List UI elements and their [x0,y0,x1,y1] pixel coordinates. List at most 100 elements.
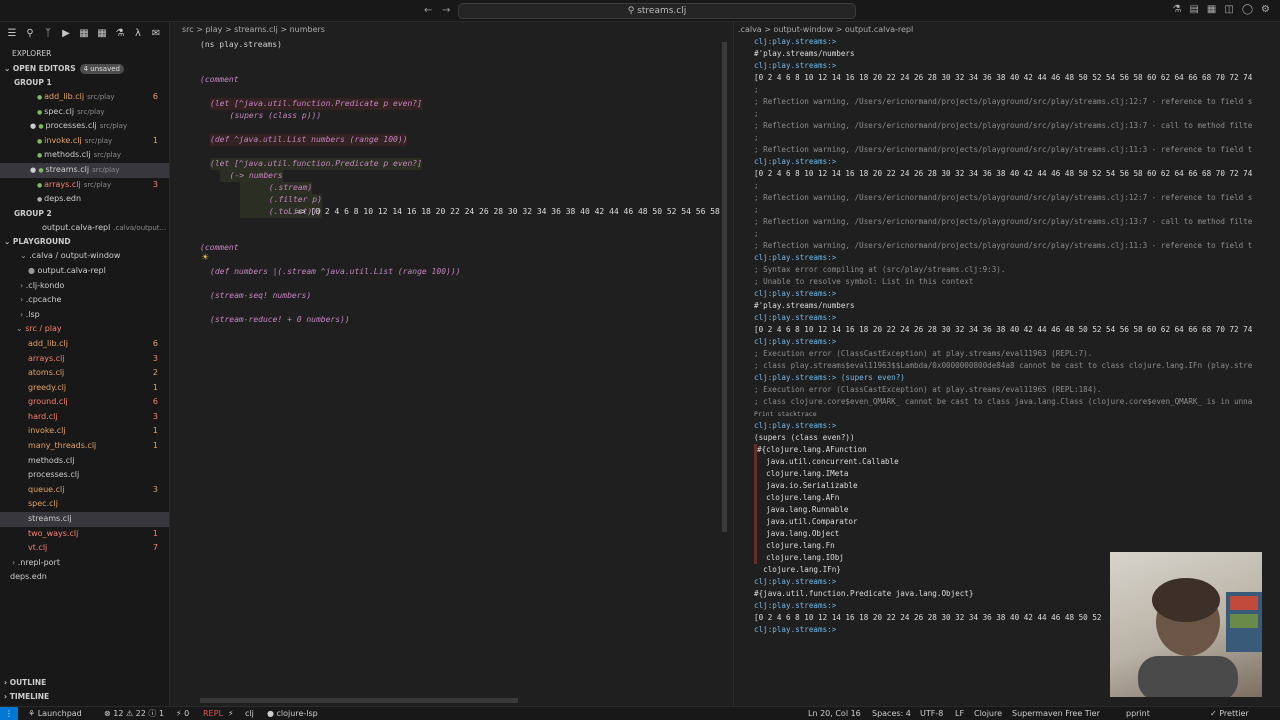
chevron-icon: ⌄ [16,324,26,334]
indent-setting[interactable]: Spaces: 4 [872,707,911,720]
clj-item[interactable]: clj [245,707,254,720]
file-path: src/play [99,122,128,131]
playground-header[interactable]: ⌄ PLAYGROUND [0,235,169,249]
remote-indicator-icon[interactable]: ⋮ [0,707,18,720]
language-mode[interactable]: Clojure [974,707,1002,720]
tree-folder[interactable]: ● output.calva-repl [0,264,169,279]
command-center-search[interactable]: ⚲ streams.clj [458,3,856,19]
tree-folder[interactable]: › .lsp [0,308,169,323]
editor-horizontal-scrollbar[interactable] [200,698,518,703]
editor-breadcrumb[interactable]: src > play > streams.clj > numbers [170,22,725,38]
settings-icon[interactable]: ⚙ [1261,4,1270,15]
group2-header[interactable]: GROUP 2 [0,207,169,221]
editor-scrollbar[interactable] [722,42,727,532]
tree-file[interactable]: methods.clj [0,454,169,469]
run-debug-icon[interactable]: ▶ [60,28,72,40]
problems-item[interactable]: ⊗ 12 ⚠ 22 ⓘ 1 [104,707,164,720]
repl-output-line: ; [754,181,759,190]
file-name: add_lib.clj [28,338,68,348]
tree-file[interactable]: vt.clj 7 [0,541,169,556]
toggle-panel-icon[interactable]: ▦ [1207,4,1216,15]
repl-output-line: [0 2 4 6 8 10 12 14 16 18 20 22 24 26 28… [754,613,1102,622]
open-editor-item[interactable]: ● ● streams.clj src/play [0,162,169,178]
repl-output-line: clojure.lang.Fn [754,540,1280,552]
tree-file[interactable]: spec.clj [0,497,169,512]
tree-file[interactable]: atoms.clj 2 [0,366,169,381]
file-name: invoke.clj [28,426,66,436]
open-editor-item[interactable]: ● add_lib.clj src/play 6 [0,90,169,105]
explorer-icon[interactable]: ☰ [6,28,18,40]
code-line: (.filter p) [240,194,322,206]
search-icon[interactable]: ⚲ [24,28,36,40]
extensions-icon[interactable]: ▦ [78,28,90,40]
outline-header[interactable]: › OUTLINE [0,676,170,690]
repl-prompt: clj:play.streams:> [754,253,837,262]
layout-icon[interactable]: ◫ [1224,4,1233,15]
file-name: arrays.clj [44,179,81,189]
file-name: ground.clj [28,397,68,407]
testing-icon[interactable]: ⚗ [114,28,126,40]
encoding-setting[interactable]: UTF-8 [920,707,943,720]
clojure-lsp-item[interactable]: ● clojure-lsp [267,707,318,720]
tree-file[interactable]: many_threads.clj 1 [0,439,169,454]
tree-file[interactable]: deps.edn [0,570,169,585]
tree-file[interactable]: hard.clj 3 [0,410,169,425]
open-editors-header[interactable]: ⌄ OPEN EDITORS 4 unsaved [0,62,169,76]
prettier-status[interactable]: ✓ Prettier [1210,707,1249,720]
tree-file[interactable]: add_lib.clj 6 [0,337,169,352]
open-editor-item[interactable]: ● methods.clj src/play [0,148,169,163]
file-name: vt.clj [28,543,48,553]
repl-output-line: #{clojure.lang.AFunction [754,444,1280,456]
file-path: src/play [93,151,122,160]
tree-folder[interactable]: › .clj-kondo [0,279,169,294]
open-editor-item[interactable]: ● spec.clj src/play [0,105,169,120]
source-control-icon[interactable]: ᛉ [42,28,54,40]
launchpad-item[interactable]: ⚘ Launchpad [28,707,82,720]
repl-output-line: java.lang.Object [754,528,1280,540]
tree-folder[interactable]: › .cpcache [0,293,169,308]
cursor-position[interactable]: Ln 20, Col 16 [808,707,861,720]
ports-item[interactable]: ⚡ 0 [176,707,189,720]
account-icon[interactable]: ◯ [1242,4,1253,15]
forward-arrow-icon[interactable]: → [442,5,450,16]
file-name: streams.clj [28,514,72,524]
toggle-sidebar-icon[interactable]: ▤ [1189,4,1198,15]
open-editor-item[interactable]: ● ● processes.clj src/play [0,119,169,134]
supermaven-status[interactable]: Supermaven Free Tier [1012,707,1100,720]
back-arrow-icon[interactable]: ← [424,5,432,16]
lightbulb-icon[interactable]: ☀ [201,253,209,263]
open-editor-item[interactable]: ● deps.edn [0,192,169,207]
tree-file[interactable]: streams.clj [0,512,169,527]
tree-file[interactable]: greedy.clj 1 [0,381,169,396]
timeline-header[interactable]: › TIMELINE [0,690,170,704]
tree-file[interactable]: invoke.clj 1 [0,424,169,439]
copilot-icon[interactable]: ⚗ [1173,4,1182,15]
remote-icon[interactable]: ▦ [96,28,108,40]
group1-header[interactable]: GROUP 1 [0,76,169,90]
tree-file[interactable]: arrays.clj 3 [0,352,169,367]
problem-count: 1 [152,528,158,538]
chat-icon[interactable]: ✉ [150,28,162,40]
tree-folder[interactable]: ⌄ .calva / output-window [0,249,169,264]
folder-name: output.calva-repl [37,265,106,275]
eol-setting[interactable]: LF [955,707,964,720]
pprint-toggle[interactable]: pprint [1126,707,1150,720]
repl-prompt: clj:play.streams:> [754,577,837,586]
tree-file[interactable]: two_ways.clj 1 [0,527,169,542]
calva-icon[interactable]: λ [132,28,144,40]
tree-file[interactable]: queue.clj 3 [0,483,169,498]
tree-file[interactable]: › .nrepl-port [0,556,169,571]
repl-connect-icon[interactable]: ⚡ [228,707,234,720]
editor-pane[interactable]: src > play > streams.clj > numbers [170,22,727,706]
repl-status[interactable]: REPL [203,707,223,720]
print-stacktrace-link[interactable]: Print stacktrace [754,408,1280,420]
open-editor-item[interactable]: ● arrays.clj src/play 3 [0,178,169,193]
code-line: (-> numbers [220,170,283,182]
open-editor-item[interactable]: ● invoke.clj src/play 1 [0,134,169,149]
open-editor-item[interactable]: output.calva-repl .calva/output... [0,221,169,236]
repl-output-line: #{java.util.function.Predicate java.lang… [754,589,974,598]
tree-file[interactable]: processes.clj [0,468,169,483]
tree-folder[interactable]: ⌄ src / play [0,322,169,337]
tree-file[interactable]: ground.clj 6 [0,395,169,410]
problem-count: 1 [152,382,158,392]
